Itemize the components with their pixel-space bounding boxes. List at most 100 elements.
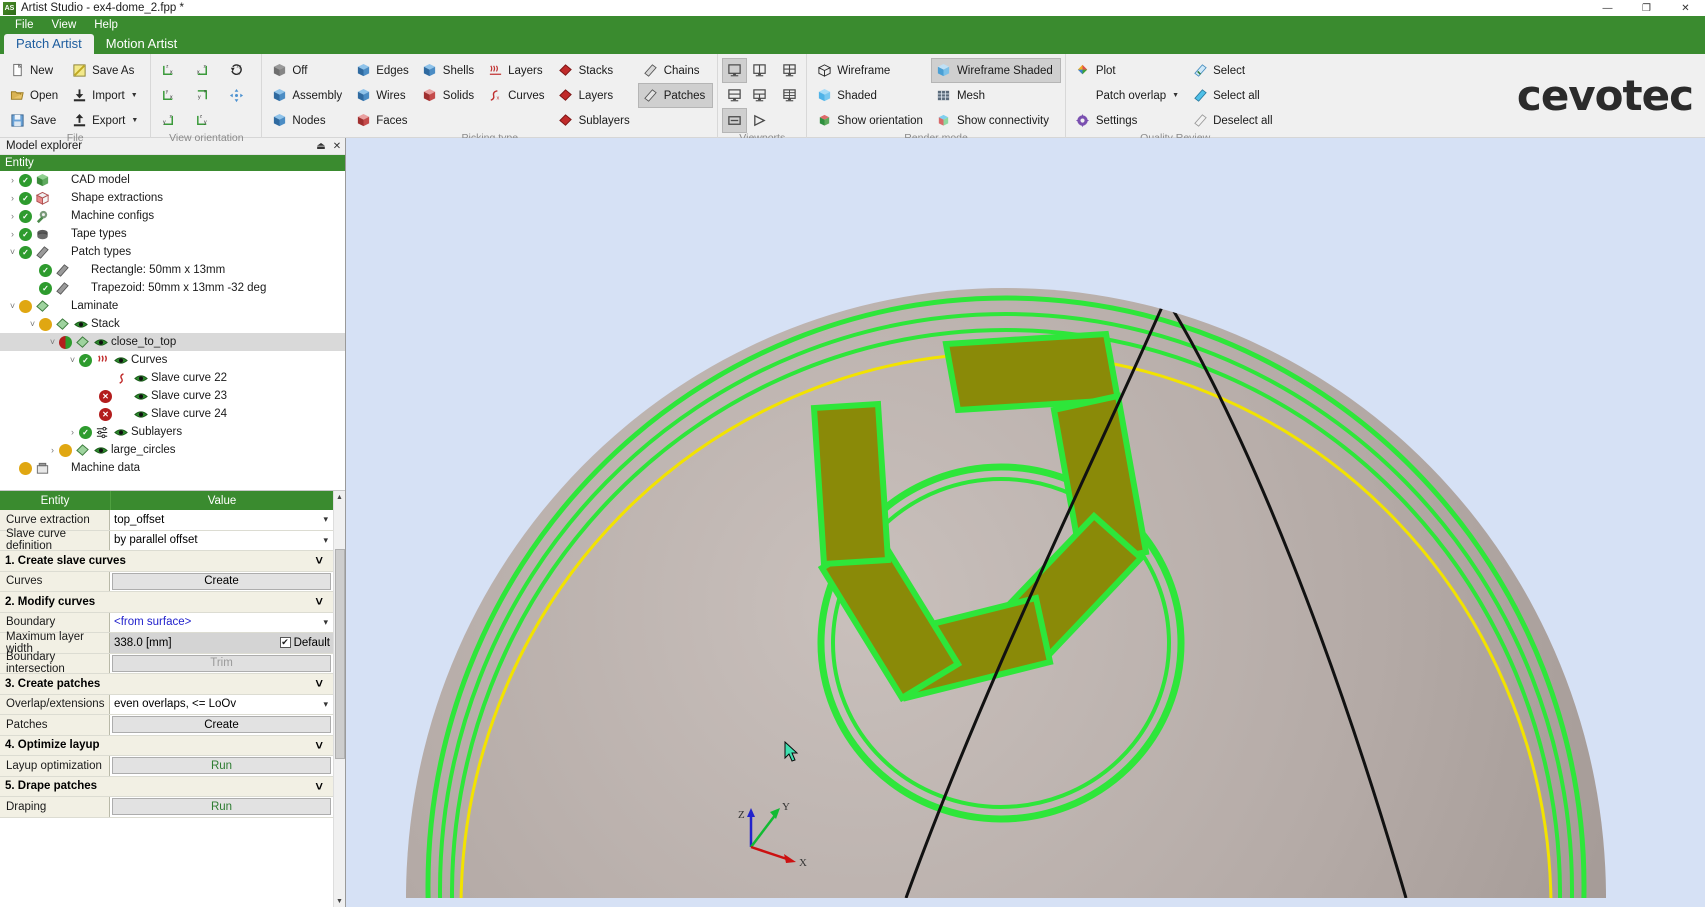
ribbon-button-shaded[interactable]: Shaded (811, 83, 931, 108)
scroll-up-icon[interactable]: ▲ (334, 491, 345, 503)
visibility-eye-icon[interactable] (113, 355, 129, 366)
3d-viewport[interactable]: Z Y X (345, 138, 1705, 907)
visibility-eye-icon[interactable] (133, 409, 149, 420)
ribbon-button-off[interactable]: Off (266, 58, 350, 83)
property-button-curves[interactable]: Create (112, 573, 331, 590)
chevron-down-icon[interactable]: ▼ (1172, 92, 1179, 99)
tree-item-slave-curve-23[interactable]: ✕Slave curve 23 (0, 387, 345, 405)
viewport-camera-icon[interactable] (747, 108, 772, 133)
property-section-5-drape-patches[interactable]: 5. Drape patches (0, 777, 333, 798)
ribbon-button-sublayers[interactable]: Sublayers (553, 108, 638, 133)
ribbon-button-assembly[interactable]: Assembly (266, 83, 350, 108)
ribbon-button-faces[interactable]: Faces (350, 108, 417, 133)
viewport-quad-icon[interactable] (777, 58, 802, 83)
chevron-down-icon[interactable]: ▼ (131, 117, 138, 124)
visibility-eye-icon[interactable] (93, 445, 109, 456)
tree-item-rectangle-50mm-x-13mm[interactable]: ✓Rectangle: 50mm x 13mm (0, 261, 345, 279)
ribbon-button-export[interactable]: Export▼ (66, 108, 146, 133)
ribbon-button-select-all[interactable]: Select all (1187, 83, 1280, 108)
property-value-curve-extraction[interactable]: top_offset (110, 510, 333, 530)
property-value-overlap-extensions[interactable]: even overlaps, <= LoOv (110, 695, 333, 715)
tree-item-shape-extractions[interactable]: ›✓Shape extractions (0, 189, 345, 207)
tree-item-close-to-top[interactable]: ˅close_to_top (0, 333, 345, 351)
property-section-3-create-patches[interactable]: 3. Create patches (0, 674, 333, 695)
ribbon-button-view-yz-icon[interactable]: yz (155, 108, 189, 133)
tree-item-large-circles[interactable]: ›large_circles (0, 441, 345, 459)
ribbon-button-show-connectivity[interactable]: Show connectivity (931, 108, 1061, 133)
chevron-right-icon[interactable]: › (6, 229, 19, 239)
tree-item-laminate[interactable]: ˅Laminate (0, 297, 345, 315)
ribbon-button-wires[interactable]: Wires (350, 83, 417, 108)
visibility-eye-icon[interactable] (93, 337, 109, 348)
ribbon-button-save-as[interactable]: Save As (66, 58, 146, 83)
scrollbar-thumb[interactable] (335, 549, 345, 759)
property-section-4-optimize-layup[interactable]: 4. Optimize layup (0, 736, 333, 757)
visibility-eye-icon[interactable] (133, 391, 149, 402)
ribbon-button-patch-overlap[interactable]: Patch overlap▼ (1070, 83, 1187, 108)
tree-item-machine-configs[interactable]: ›✓Machine configs (0, 207, 345, 225)
property-section-1-create-slave-curves[interactable]: 1. Create slave curves (0, 551, 333, 572)
tree-item-stack[interactable]: ˅Stack (0, 315, 345, 333)
ribbon-button-select[interactable]: Select (1187, 58, 1280, 83)
property-scrollbar[interactable]: ▲ ▼ (333, 491, 345, 907)
chevron-down-icon[interactable]: ˅ (6, 301, 19, 311)
property-button-draping[interactable]: Run (112, 798, 331, 815)
ribbon-button-import[interactable]: Import▼ (66, 83, 146, 108)
ribbon-button-stacks[interactable]: Stacks (553, 58, 638, 83)
chevron-right-icon[interactable]: › (66, 427, 79, 437)
ribbon-button-deselect-all[interactable]: Deselect all (1187, 108, 1280, 133)
ribbon-button-view-yx-icon[interactable]: yx (155, 83, 189, 108)
default-checkbox[interactable]: ✔ (280, 637, 291, 648)
visibility-eye-icon[interactable] (133, 373, 149, 384)
ribbon-button-view-xz-icon[interactable]: xz (189, 58, 223, 83)
tree-item-sublayers[interactable]: ›✓Sublayers (0, 423, 345, 441)
ribbon-button-chains[interactable]: Chains (638, 58, 714, 83)
tree-item-cad-model[interactable]: ›✓CAD model (0, 171, 345, 189)
chevron-right-icon[interactable]: › (46, 445, 59, 455)
close-button[interactable]: ✕ (1666, 0, 1705, 16)
scroll-down-icon[interactable]: ▼ (334, 895, 345, 907)
ribbon-button-new[interactable]: New (4, 58, 66, 83)
property-value-slave-curve-definition[interactable]: by parallel offset (110, 531, 333, 551)
ribbon-button-save[interactable]: Save (4, 108, 66, 133)
ribbon-button-view-rotate-icon[interactable]: zyx (223, 58, 257, 83)
chevron-down-icon[interactable]: ˅ (6, 247, 19, 257)
menu-item-file[interactable]: File (6, 16, 43, 34)
menu-item-view[interactable]: View (43, 16, 86, 34)
ribbon-button-layers[interactable]: Layers (482, 58, 552, 83)
viewport-vsplit-icon[interactable] (747, 58, 772, 83)
property-value-boundary[interactable]: <from surface> (110, 613, 333, 633)
default-checkbox-group[interactable]: ✔Default (280, 637, 330, 649)
tree-item-trapezoid-50mm-x-13mm-32-deg[interactable]: ✓Trapezoid: 50mm x 13mm -32 deg (0, 279, 345, 297)
ribbon-button-edges[interactable]: Edges (350, 58, 417, 83)
ribbon-button-wireframe[interactable]: Wireframe (811, 58, 931, 83)
ribbon-button-shells[interactable]: Shells (417, 58, 482, 83)
tree-item-slave-curve-24[interactable]: ✕Slave curve 24 (0, 405, 345, 423)
ribbon-button-wireframe-shaded[interactable]: Wireframe Shaded (931, 58, 1061, 83)
viewport-single-icon[interactable] (722, 58, 747, 83)
chevron-down-icon[interactable]: ˅ (66, 355, 79, 365)
minimize-button[interactable]: — (1588, 0, 1627, 16)
ribbon-button-patches[interactable]: Patches (638, 83, 714, 108)
property-section-2-modify-curves[interactable]: 2. Modify curves (0, 592, 333, 613)
tab-patch-artist[interactable]: Patch Artist (4, 34, 94, 54)
chevron-right-icon[interactable]: › (6, 175, 19, 185)
tree-item-machine-data[interactable]: Machine data (0, 459, 345, 477)
tree-item-curves[interactable]: ˅✓Curves (0, 351, 345, 369)
chevron-right-icon[interactable]: › (6, 193, 19, 203)
tree-item-slave-curve-22[interactable]: Slave curve 22 (0, 369, 345, 387)
viewport-three-icon[interactable] (747, 83, 772, 108)
maximize-button[interactable]: ❐ (1627, 0, 1666, 16)
property-button-layup-optimization[interactable]: Run (112, 757, 331, 774)
chevron-down-icon[interactable]: ▼ (131, 92, 138, 99)
ribbon-button-settings[interactable]: Settings (1070, 108, 1187, 133)
ribbon-button-open[interactable]: Open (4, 83, 66, 108)
ribbon-button-curves[interactable]: xCurves (482, 83, 552, 108)
tree-item-patch-types[interactable]: ˅✓Patch types (0, 243, 345, 261)
property-value-maximum-layer-width[interactable]: 338.0 [mm]✔Default (110, 633, 333, 653)
ribbon-button-view-fit-icon[interactable] (223, 83, 257, 108)
ribbon-button-show-orientation[interactable]: Show orientation (811, 108, 931, 133)
ribbon-button-view-zy-icon[interactable]: zy (189, 108, 223, 133)
ribbon-button-mesh[interactable]: Mesh (931, 83, 1061, 108)
visibility-eye-icon[interactable] (113, 427, 129, 438)
